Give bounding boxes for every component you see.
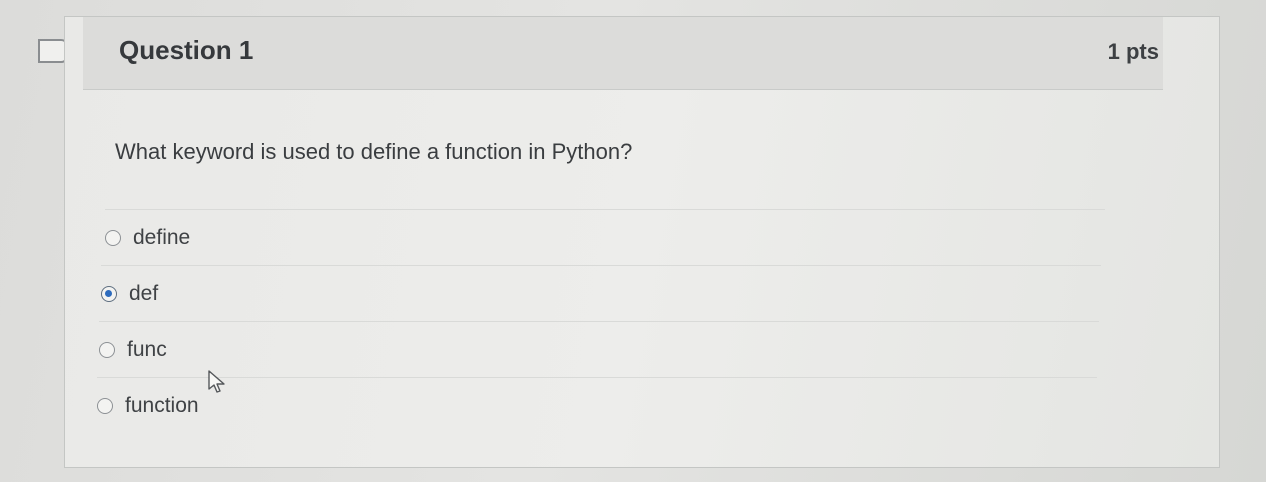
question-points: 1 pts (1107, 39, 1159, 64)
answer-option-define[interactable]: define (105, 209, 1105, 266)
answer-label: define (133, 226, 191, 249)
question-text: What keyword is used to define a functio… (115, 139, 633, 164)
radio-button[interactable] (99, 342, 115, 358)
answer-label: func (127, 338, 167, 361)
answer-label: def (129, 282, 159, 305)
answer-option-def[interactable]: def (101, 265, 1101, 322)
question-title: Question 1 (119, 35, 254, 65)
answer-option-function[interactable]: function (97, 377, 1097, 434)
radio-button-selected[interactable] (101, 286, 117, 302)
answer-label: function (125, 394, 199, 417)
radio-button[interactable] (97, 398, 113, 414)
question-header: Question 1 1 pts (83, 17, 1163, 90)
radio-button[interactable] (105, 230, 121, 246)
mouse-pointer-icon (207, 369, 229, 395)
answer-option-func[interactable]: func (99, 321, 1099, 378)
question-card: Question 1 1 pts What keyword is used to… (64, 16, 1220, 468)
